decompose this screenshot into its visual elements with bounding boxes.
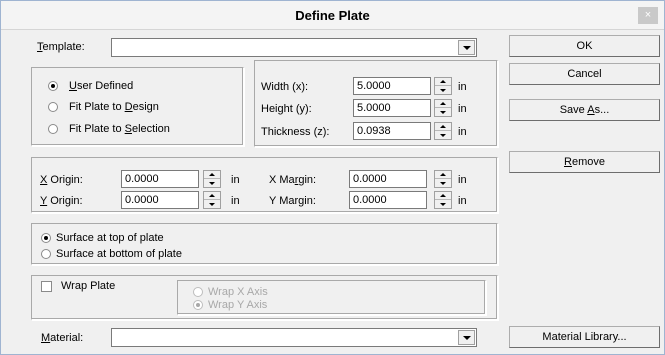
y-margin-input[interactable]: 0.0000 xyxy=(349,191,427,209)
remove-button[interactable]: Remove xyxy=(509,151,660,173)
spin-down-icon xyxy=(440,88,446,92)
x-origin-input[interactable]: 0.0000 xyxy=(121,170,199,188)
material-combo[interactable] xyxy=(111,328,477,347)
width-input[interactable]: 5.0000 xyxy=(353,77,431,95)
material-label: Material: xyxy=(41,332,84,344)
spin-up-icon xyxy=(440,194,446,197)
wrap-x-axis-label: Wrap X Axis xyxy=(208,286,268,298)
cancel-button[interactable]: Cancel xyxy=(509,63,660,85)
spin-up-icon xyxy=(440,80,446,83)
close-button[interactable]: × xyxy=(638,7,658,24)
y-origin-label: Y Origin: xyxy=(40,195,83,207)
y-origin-input[interactable]: 0.0000 xyxy=(121,191,199,209)
user-defined-radio[interactable] xyxy=(48,81,58,91)
y-origin-spinner[interactable] xyxy=(203,191,221,209)
thickness-unit: in xyxy=(458,126,467,138)
height-unit: in xyxy=(458,103,467,115)
fit-selection-radio[interactable] xyxy=(48,124,58,134)
y-margin-label: Y Margin: xyxy=(269,195,316,207)
y-margin-spinner[interactable] xyxy=(434,191,452,209)
spin-down-icon xyxy=(440,133,446,137)
user-defined-label[interactable]: User Defined xyxy=(69,80,133,92)
x-margin-unit: in xyxy=(458,174,467,186)
chevron-down-icon xyxy=(462,45,471,50)
height-input[interactable]: 5.0000 xyxy=(353,99,431,117)
y-origin-unit: in xyxy=(231,195,240,207)
width-unit: in xyxy=(458,81,467,93)
surface-bottom-label[interactable]: Surface at bottom of plate xyxy=(56,248,182,260)
spin-down-icon xyxy=(440,202,446,206)
x-margin-input[interactable]: 0.0000 xyxy=(349,170,427,188)
spin-down-icon xyxy=(209,202,215,206)
surface-top-radio[interactable] xyxy=(41,233,51,243)
width-spinner[interactable] xyxy=(434,77,452,95)
template-dropdown-arrow[interactable] xyxy=(458,40,475,55)
x-origin-label: X Origin: xyxy=(40,174,83,186)
dialog-title: Define Plate xyxy=(295,8,370,23)
wrap-x-axis-radio[interactable] xyxy=(193,287,203,297)
width-label: Width (x): xyxy=(261,81,309,93)
template-combo[interactable] xyxy=(111,38,477,57)
spin-down-icon xyxy=(440,181,446,185)
ok-button[interactable]: OK xyxy=(509,35,660,57)
y-margin-unit: in xyxy=(458,195,467,207)
spin-up-icon xyxy=(440,173,446,176)
template-label: Template: xyxy=(37,41,85,53)
wrap-y-axis-label: Wrap Y Axis xyxy=(208,299,268,311)
spin-up-icon xyxy=(440,102,446,105)
thickness-spinner[interactable] xyxy=(434,122,452,140)
spin-down-icon xyxy=(440,110,446,114)
wrap-y-axis-radio[interactable] xyxy=(193,300,203,310)
x-origin-spinner[interactable] xyxy=(203,170,221,188)
height-label: Height (y): xyxy=(261,103,312,115)
chevron-down-icon xyxy=(462,335,471,340)
spin-up-icon xyxy=(209,194,215,197)
x-margin-label: X Margin: xyxy=(269,174,317,186)
wrap-plate-label[interactable]: Wrap Plate xyxy=(61,280,115,292)
spin-down-icon xyxy=(209,181,215,185)
height-spinner[interactable] xyxy=(434,99,452,117)
origin-margin-group xyxy=(31,157,498,213)
x-origin-unit: in xyxy=(231,174,240,186)
material-library-button[interactable]: Material Library... xyxy=(509,326,660,348)
fit-design-radio[interactable] xyxy=(48,102,58,112)
define-plate-dialog: Define Plate × Template: OK Cancel Save … xyxy=(0,0,665,355)
spin-up-icon xyxy=(440,125,446,128)
wrap-plate-checkbox[interactable] xyxy=(41,281,52,292)
thickness-input[interactable]: 0.0938 xyxy=(353,122,431,140)
fit-design-label[interactable]: Fit Plate to Design xyxy=(69,101,159,113)
surface-bottom-radio[interactable] xyxy=(41,249,51,259)
material-dropdown-arrow[interactable] xyxy=(458,330,475,345)
x-margin-spinner[interactable] xyxy=(434,170,452,188)
spin-up-icon xyxy=(209,173,215,176)
save-as-button[interactable]: Save As... xyxy=(509,99,660,121)
surface-top-label[interactable]: Surface at top of plate xyxy=(56,232,164,244)
fit-selection-label[interactable]: Fit Plate to Selection xyxy=(69,123,170,135)
title-bar: Define Plate × xyxy=(1,1,664,30)
thickness-label: Thickness (z): xyxy=(261,126,330,138)
